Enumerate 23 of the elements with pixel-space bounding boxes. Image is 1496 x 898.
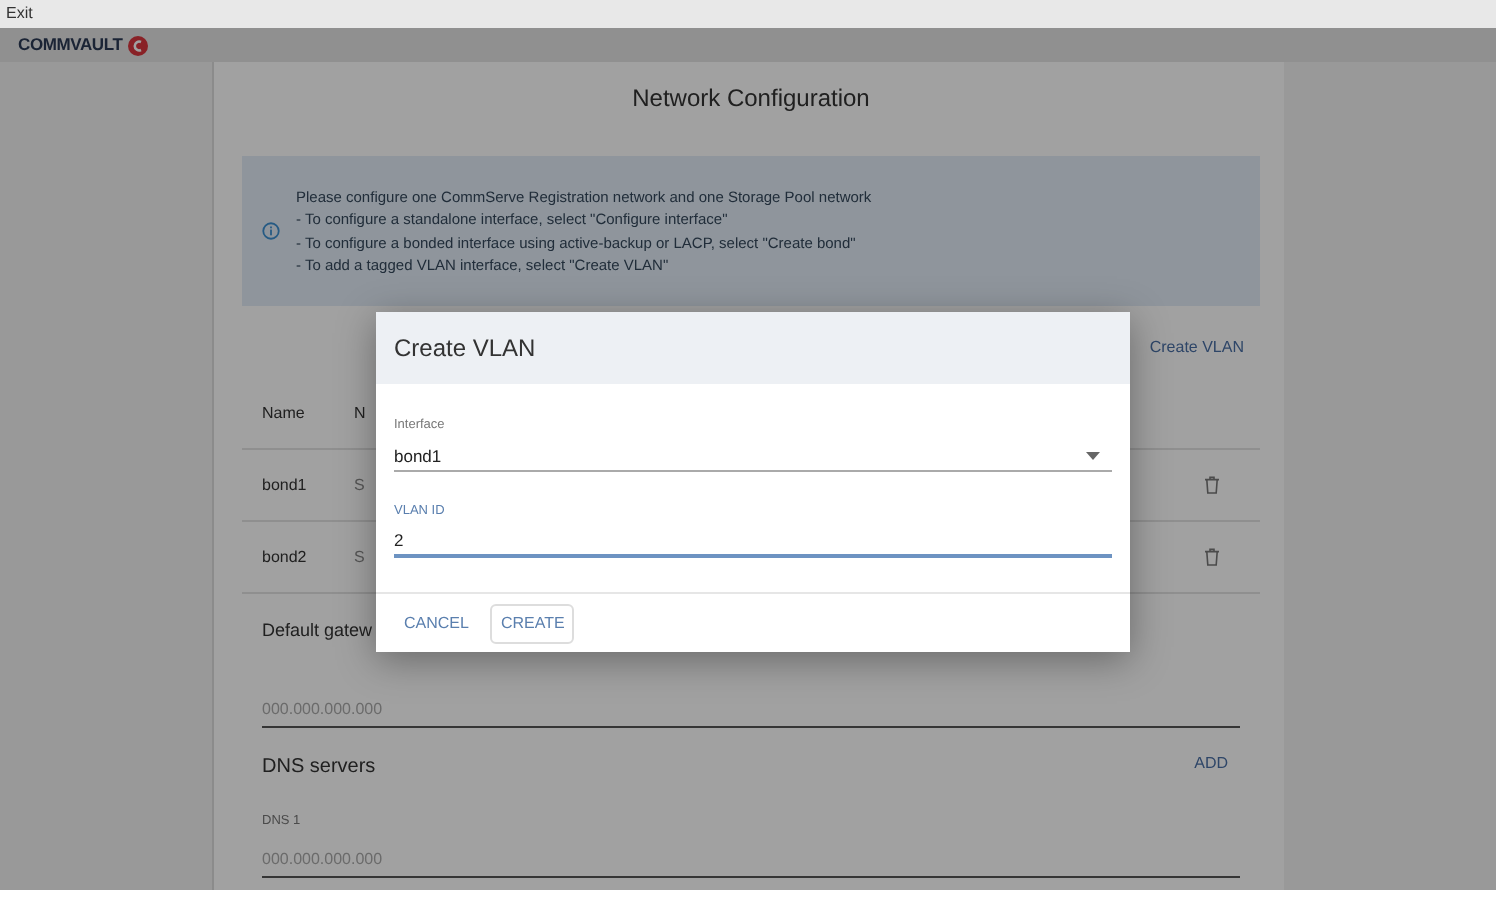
info-icon xyxy=(262,222,280,240)
table-cell: S xyxy=(354,473,365,497)
section-title: DNS servers xyxy=(262,754,376,782)
create-button[interactable]: CREATE xyxy=(490,603,575,643)
table-cell-text: bond1 xyxy=(262,473,309,497)
create-vlan-link[interactable]: Create VLAN xyxy=(1149,338,1244,356)
logo-icon xyxy=(128,35,149,55)
table-cell-text: bond2 xyxy=(262,545,309,569)
vlan-id-field[interactable]: 2 xyxy=(394,529,1112,557)
trash-icon[interactable] xyxy=(1204,476,1220,494)
interface-select[interactable]: bond1 xyxy=(394,443,1112,472)
logo-text: COMMVAULT xyxy=(18,32,123,58)
column-header: Name xyxy=(262,401,307,425)
column-header: N xyxy=(354,401,366,425)
section-title: Default gatew xyxy=(262,620,373,640)
add-link[interactable]: ADD xyxy=(1194,752,1228,782)
cancel-button[interactable]: CANCEL xyxy=(394,603,479,643)
table-cell: S xyxy=(354,545,365,569)
exit-menu[interactable]: Exit xyxy=(6,4,33,22)
dialog-title: Create VLAN xyxy=(376,312,1130,384)
trash-icon[interactable] xyxy=(1204,548,1220,566)
page-title: Network Configuration xyxy=(630,82,872,116)
caret-icon xyxy=(1086,452,1100,461)
